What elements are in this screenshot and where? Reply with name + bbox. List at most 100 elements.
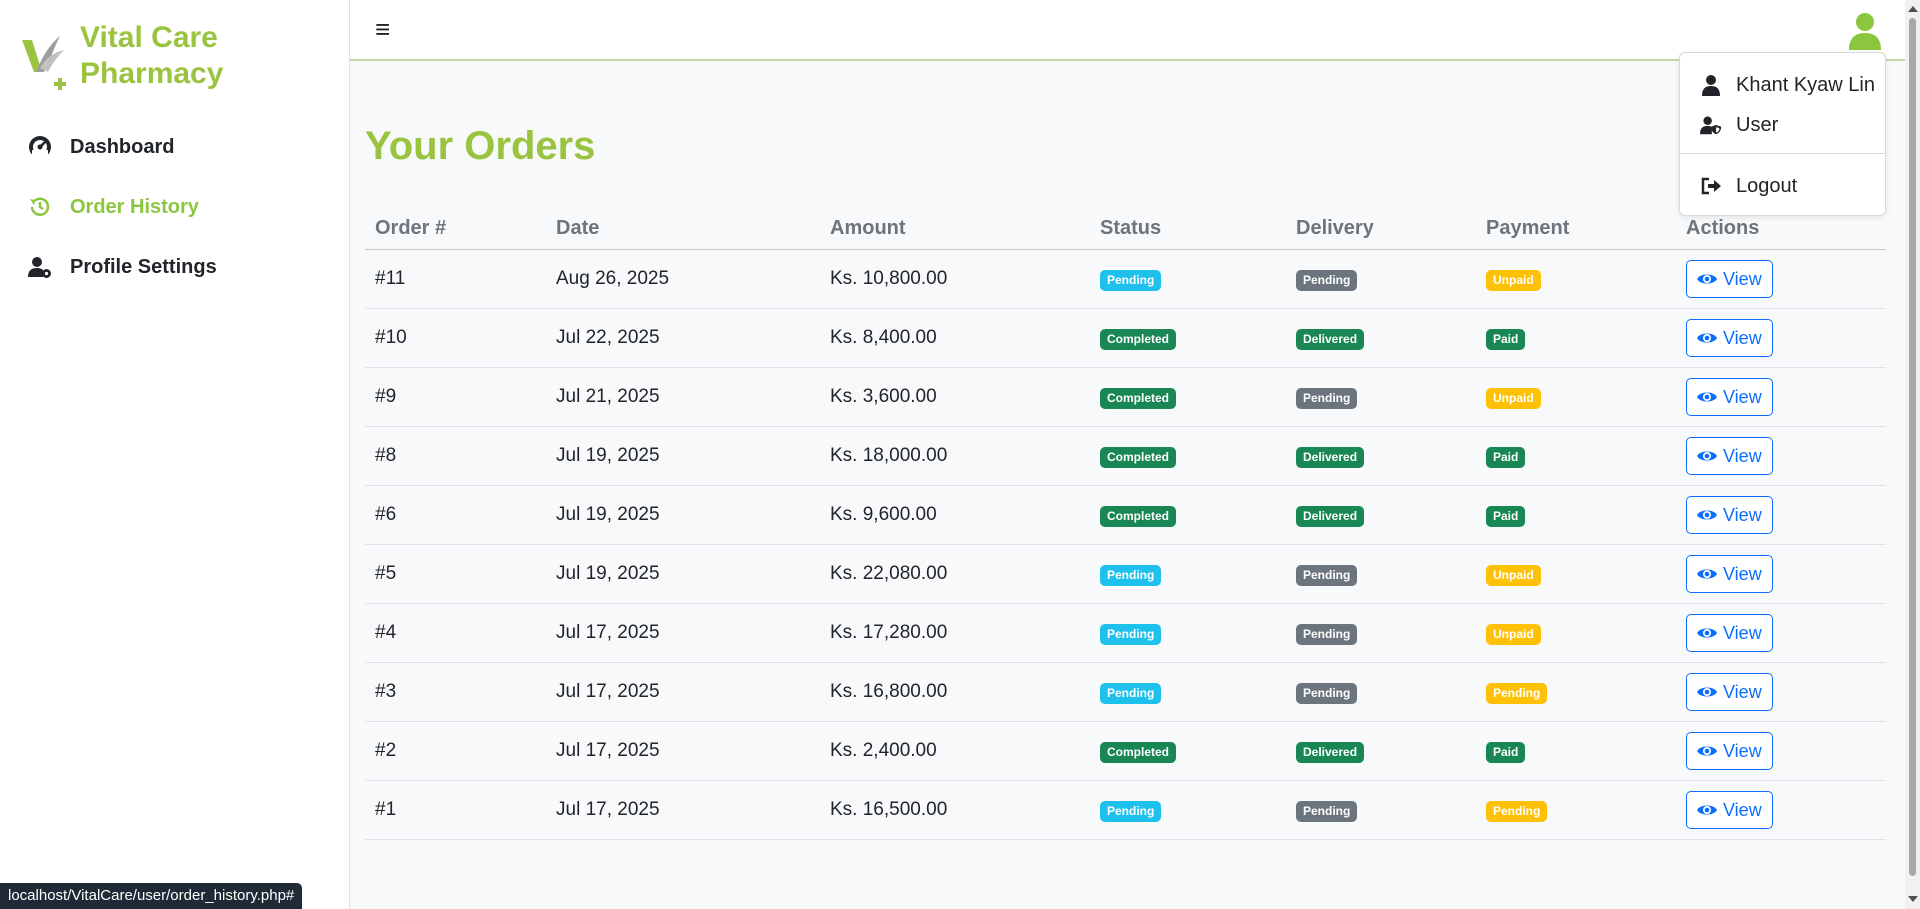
status-cell: Pending bbox=[1090, 249, 1286, 309]
user-avatar-icon[interactable] bbox=[1848, 12, 1882, 50]
user-gear-icon bbox=[28, 257, 51, 278]
payment-badge: Pending bbox=[1486, 682, 1548, 704]
status-cell: Completed bbox=[1090, 308, 1286, 368]
order-date-cell: Jul 22, 2025 bbox=[546, 308, 820, 368]
sidebar-item-profile-settings[interactable]: Profile Settings bbox=[28, 237, 217, 297]
user-icon bbox=[1702, 75, 1720, 96]
menu-toggle-icon[interactable]: ≡ bbox=[375, 14, 390, 44]
sidebar-item-label: Profile Settings bbox=[70, 255, 217, 278]
status-cell: Completed bbox=[1090, 721, 1286, 781]
top-navbar: ≡ bbox=[350, 0, 1905, 61]
order-number-cell: #5 bbox=[365, 544, 546, 604]
user-name-item[interactable]: Khant Kyaw Lin bbox=[1680, 66, 1885, 104]
payment-cell: Pending bbox=[1476, 780, 1676, 840]
delivery-cell: Pending bbox=[1286, 780, 1476, 840]
view-order-button[interactable]: View bbox=[1686, 319, 1773, 357]
eye-icon bbox=[1697, 333, 1717, 343]
delivery-badge: Pending bbox=[1296, 800, 1358, 822]
brand[interactable]: Vital Care Pharmacy bbox=[20, 20, 223, 92]
actions-cell: View bbox=[1676, 485, 1886, 545]
logout-label: Logout bbox=[1736, 174, 1798, 197]
delivery-cell: Delivered bbox=[1286, 721, 1476, 781]
table-row: #3 Jul 17, 2025 Ks. 16,800.00 Pending Pendin… bbox=[365, 662, 1886, 722]
actions-cell: View bbox=[1676, 426, 1886, 486]
brand-name-line1: Vital Care bbox=[80, 21, 218, 54]
eye-icon bbox=[1697, 569, 1717, 579]
sidebar-item-dashboard[interactable]: Dashboard bbox=[28, 117, 217, 177]
view-button-label: View bbox=[1723, 268, 1762, 289]
payment-cell: Unpaid bbox=[1476, 367, 1676, 427]
scrollbar-thumb[interactable] bbox=[1909, 18, 1916, 876]
history-icon bbox=[30, 197, 50, 216]
order-date-cell: Jul 17, 2025 bbox=[546, 721, 820, 781]
view-order-button[interactable]: View bbox=[1686, 378, 1773, 416]
order-amount-cell: Ks. 8,400.00 bbox=[820, 308, 1090, 368]
order-date-cell: Jul 19, 2025 bbox=[546, 426, 820, 486]
order-number-cell: #11 bbox=[365, 249, 546, 309]
status-badge: Completed bbox=[1100, 328, 1177, 350]
table-row: #10 Jul 22, 2025 Ks. 8,400.00 Completed Deli… bbox=[365, 308, 1886, 368]
view-order-button[interactable]: View bbox=[1686, 732, 1773, 770]
view-button-label: View bbox=[1723, 740, 1762, 761]
order-number-cell: #4 bbox=[365, 603, 546, 663]
view-order-button[interactable]: View bbox=[1686, 614, 1773, 652]
view-order-button[interactable]: View bbox=[1686, 260, 1773, 298]
delivery-cell: Delivered bbox=[1286, 308, 1476, 368]
view-button-label: View bbox=[1723, 622, 1762, 643]
logout-item[interactable]: Logout bbox=[1680, 167, 1885, 205]
delivery-badge: Pending bbox=[1296, 623, 1358, 645]
scroll-up-arrow-icon[interactable] bbox=[1908, 6, 1918, 12]
payment-badge: Pending bbox=[1486, 800, 1548, 822]
payment-cell: Paid bbox=[1476, 485, 1676, 545]
delivery-cell: Pending bbox=[1286, 662, 1476, 722]
status-badge: Completed bbox=[1100, 387, 1177, 409]
eye-icon bbox=[1697, 746, 1717, 756]
delivery-badge: Delivered bbox=[1296, 505, 1365, 527]
view-order-button[interactable]: View bbox=[1686, 791, 1773, 829]
payment-cell: Paid bbox=[1476, 308, 1676, 368]
dropdown-divider bbox=[1680, 153, 1885, 154]
sidebar-item-order-history[interactable]: Order History bbox=[28, 177, 217, 237]
view-order-button[interactable]: View bbox=[1686, 673, 1773, 711]
status-cell: Pending bbox=[1090, 662, 1286, 722]
status-badge: Completed bbox=[1100, 505, 1177, 527]
scrollbar[interactable] bbox=[1905, 0, 1920, 909]
order-amount-cell: Ks. 22,080.00 bbox=[820, 544, 1090, 604]
payment-badge: Unpaid bbox=[1486, 564, 1541, 586]
actions-cell: View bbox=[1676, 249, 1886, 309]
user-role-item[interactable]: User bbox=[1680, 106, 1885, 144]
view-order-button[interactable]: View bbox=[1686, 437, 1773, 475]
payment-badge: Unpaid bbox=[1486, 387, 1541, 409]
logout-icon bbox=[1701, 177, 1721, 195]
actions-cell: View bbox=[1676, 603, 1886, 663]
payment-badge: Paid bbox=[1486, 505, 1526, 527]
order-amount-cell: Ks. 3,600.00 bbox=[820, 367, 1090, 427]
column-header-payment: Payment bbox=[1476, 207, 1676, 250]
view-button-label: View bbox=[1723, 504, 1762, 525]
status-badge: Pending bbox=[1100, 682, 1162, 704]
table-row: #6 Jul 19, 2025 Ks. 9,600.00 Completed Deliv… bbox=[365, 485, 1886, 545]
delivery-badge: Delivered bbox=[1296, 446, 1365, 468]
status-badge: Pending bbox=[1100, 269, 1162, 291]
status-cell: Pending bbox=[1090, 603, 1286, 663]
orders-table: Order # Date Amount Status Delivery Paym… bbox=[365, 207, 1886, 840]
order-number-cell: #8 bbox=[365, 426, 546, 486]
user-role: User bbox=[1736, 113, 1779, 136]
actions-cell: View bbox=[1676, 367, 1886, 427]
sidebar: Vital Care Pharmacy Dashboard Order Hist… bbox=[0, 0, 350, 909]
actions-cell: View bbox=[1676, 662, 1886, 722]
payment-cell: Paid bbox=[1476, 721, 1676, 781]
order-amount-cell: Ks. 16,500.00 bbox=[820, 780, 1090, 840]
order-date-cell: Aug 26, 2025 bbox=[546, 249, 820, 309]
table-row: #9 Jul 21, 2025 Ks. 3,600.00 Completed Pendi… bbox=[365, 367, 1886, 427]
user-dropdown-menu: Khant Kyaw Lin User Logout bbox=[1679, 52, 1886, 216]
order-date-cell: Jul 21, 2025 bbox=[546, 367, 820, 427]
scroll-down-arrow-icon[interactable] bbox=[1908, 896, 1918, 902]
view-order-button[interactable]: View bbox=[1686, 555, 1773, 593]
view-order-button[interactable]: View bbox=[1686, 496, 1773, 534]
table-row: #8 Jul 19, 2025 Ks. 18,000.00 Completed Deli… bbox=[365, 426, 1886, 486]
status-cell: Completed bbox=[1090, 485, 1286, 545]
status-badge: Pending bbox=[1100, 564, 1162, 586]
order-amount-cell: Ks. 18,000.00 bbox=[820, 426, 1090, 486]
delivery-cell: Delivered bbox=[1286, 426, 1476, 486]
